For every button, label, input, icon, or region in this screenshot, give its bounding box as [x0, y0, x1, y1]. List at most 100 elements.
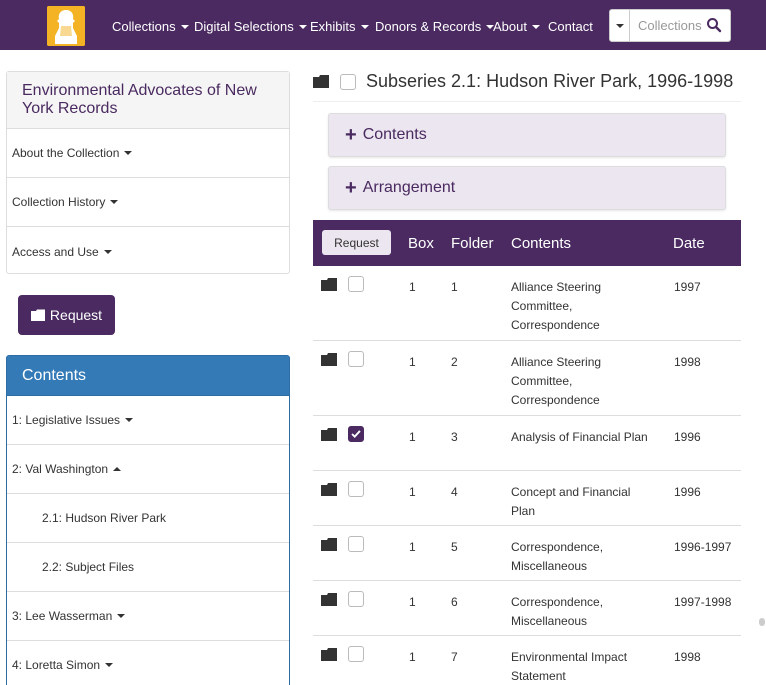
request-button-label: Request [49, 307, 103, 323]
nav-digital-selections-label: Digital Selections [194, 19, 294, 34]
contents-item-loretta-simon[interactable]: 4: Loretta Simon [7, 641, 289, 685]
caret-down-icon [615, 23, 624, 28]
contents-heading: Contents [7, 356, 289, 396]
column-header-box: Box [408, 235, 434, 252]
cell-contents: Alliance Steering Committee, Corresponde… [511, 280, 602, 332]
folder-icon [321, 648, 337, 661]
table-row: 1 7 Environmental Impact Statement 1998 [313, 636, 741, 685]
folder-icon [321, 428, 337, 441]
cell-box: 1 [409, 540, 416, 554]
nav-donors-records[interactable]: Donors & Records [375, 19, 495, 34]
cell-date: 1997 [674, 280, 701, 294]
folder-icon [321, 353, 337, 366]
cell-box: 1 [409, 650, 416, 664]
contents-item-subject-files[interactable]: 2.2: Subject Files [7, 543, 289, 592]
column-header-date: Date [673, 235, 705, 252]
request-button[interactable]: Request [18, 295, 115, 335]
nav-exhibits-label: Exhibits [310, 19, 356, 34]
collection-panel: Environmental Advocates of New York Reco… [6, 71, 290, 274]
accordion-label: Contents [362, 126, 427, 143]
nav-donors-records-label: Donors & Records [375, 19, 482, 34]
sidebar-item-about-collection[interactable]: About the Collection [7, 129, 289, 178]
table-row: 1 4 Concept and Financial Plan 1996 [313, 471, 741, 526]
cell-folder: 7 [451, 650, 458, 664]
cell-folder: 5 [451, 540, 458, 554]
contents-item-label: 1: Legislative Issues [12, 413, 121, 427]
row-checkbox[interactable] [348, 536, 364, 552]
contents-accordion[interactable]: + Contents [328, 113, 726, 157]
cell-contents: Environmental Impact Statement [511, 650, 628, 683]
cell-contents: Alliance Steering Committee, Corresponde… [511, 355, 602, 407]
cell-box: 1 [409, 280, 416, 294]
caret-down-icon [531, 24, 540, 29]
cell-box: 1 [409, 430, 416, 444]
cell-contents: Analysis of Financial Plan [511, 430, 648, 444]
cell-folder: 4 [451, 485, 458, 499]
cell-contents: Correspondence, Miscellaneous [511, 595, 604, 628]
nav-collections-label: Collections [112, 19, 176, 34]
subseries-header: Subseries 2.1: Hudson River Park, 1996-1… [313, 62, 741, 102]
page-title: Subseries 2.1: Hudson River Park, 1996-1… [366, 71, 734, 91]
row-checkbox[interactable] [348, 351, 364, 367]
nav-about[interactable]: About [493, 19, 540, 34]
sidebar-item-collection-history[interactable]: Collection History [7, 178, 289, 227]
caret-down-icon [110, 200, 119, 204]
contents-item-val-washington[interactable]: 2: Val Washington [7, 445, 289, 494]
nav-contact-label: Contact [548, 19, 593, 34]
cell-date: 1996-1997 [674, 540, 732, 554]
check-icon [351, 430, 361, 439]
contents-item-hudson-river-park[interactable]: 2.1: Hudson River Park [7, 494, 289, 543]
subseries-checkbox[interactable] [340, 73, 356, 90]
contents-item-label: 2: Val Washington [12, 462, 109, 476]
table-row: 1 1 Alliance Steering Committee, Correspon… [313, 266, 741, 341]
search-bar: Collections [609, 9, 731, 42]
cell-box: 1 [409, 485, 416, 499]
row-checkbox[interactable] [348, 481, 364, 497]
contents-item-label: 2.1: Hudson River Park [42, 511, 167, 525]
nav-contact[interactable]: Contact [548, 19, 593, 34]
cell-date: 1998 [674, 650, 701, 664]
contents-item-label: 2.2: Subject Files [42, 560, 135, 574]
row-checkbox[interactable] [348, 426, 364, 442]
caret-down-icon [180, 24, 189, 29]
collection-title[interactable]: Environmental Advocates of New York Reco… [7, 72, 289, 129]
sidebar-item-access-use[interactable]: Access and Use [7, 227, 289, 276]
contents-item-lee-wasserman[interactable]: 3: Lee Wasserman [7, 592, 289, 641]
nav-collections[interactable]: Collections [112, 19, 189, 34]
caret-down-icon [124, 151, 133, 155]
contents-item-legislative-issues[interactable]: 1: Legislative Issues [7, 396, 289, 445]
nav-digital-selections[interactable]: Digital Selections [194, 19, 307, 34]
arrangement-accordion[interactable]: + Arrangement [328, 166, 726, 210]
caret-down-icon [103, 249, 112, 254]
cell-date: 1997-1998 [674, 595, 732, 609]
column-header-folder: Folder [451, 235, 494, 252]
folder-icon [321, 278, 337, 291]
table-header: Request Box Folder Contents Date [313, 220, 741, 266]
top-navbar: Collections Digital Selections Exhibits … [0, 0, 766, 50]
row-checkbox[interactable] [348, 591, 364, 607]
plus-icon: + [345, 177, 357, 199]
cell-folder: 3 [451, 430, 458, 444]
row-checkbox[interactable] [348, 276, 364, 292]
table-row: 1 5 Correspondence, Miscellaneous 1996-1997 [313, 526, 741, 581]
cell-folder: 6 [451, 595, 458, 609]
caret-up-icon [113, 467, 122, 471]
cell-box: 1 [409, 595, 416, 609]
cell-contents: Concept and Financial Plan [511, 485, 631, 518]
search-input[interactable]: Collections [638, 18, 708, 33]
logo-icon[interactable] [47, 6, 85, 46]
sidebar-item-label: Collection History [12, 195, 106, 209]
table-request-button[interactable]: Request [322, 230, 391, 255]
sidebar-item-label: Access and Use [12, 244, 99, 259]
contents-item-label: 4: Loretta Simon [12, 658, 101, 672]
nav-exhibits[interactable]: Exhibits [310, 19, 369, 34]
contents-item-label: 3: Lee Wasserman [12, 609, 113, 623]
search-scope-dropdown[interactable] [610, 10, 630, 41]
sidebar-item-label: About the Collection [12, 146, 120, 160]
cell-date: 1996 [674, 430, 701, 444]
search-icon[interactable] [706, 17, 722, 33]
folder-icon [321, 483, 337, 496]
accordion-label: Arrangement [362, 179, 456, 196]
row-checkbox[interactable] [348, 646, 364, 662]
scrollbar-thumb[interactable] [759, 618, 765, 626]
